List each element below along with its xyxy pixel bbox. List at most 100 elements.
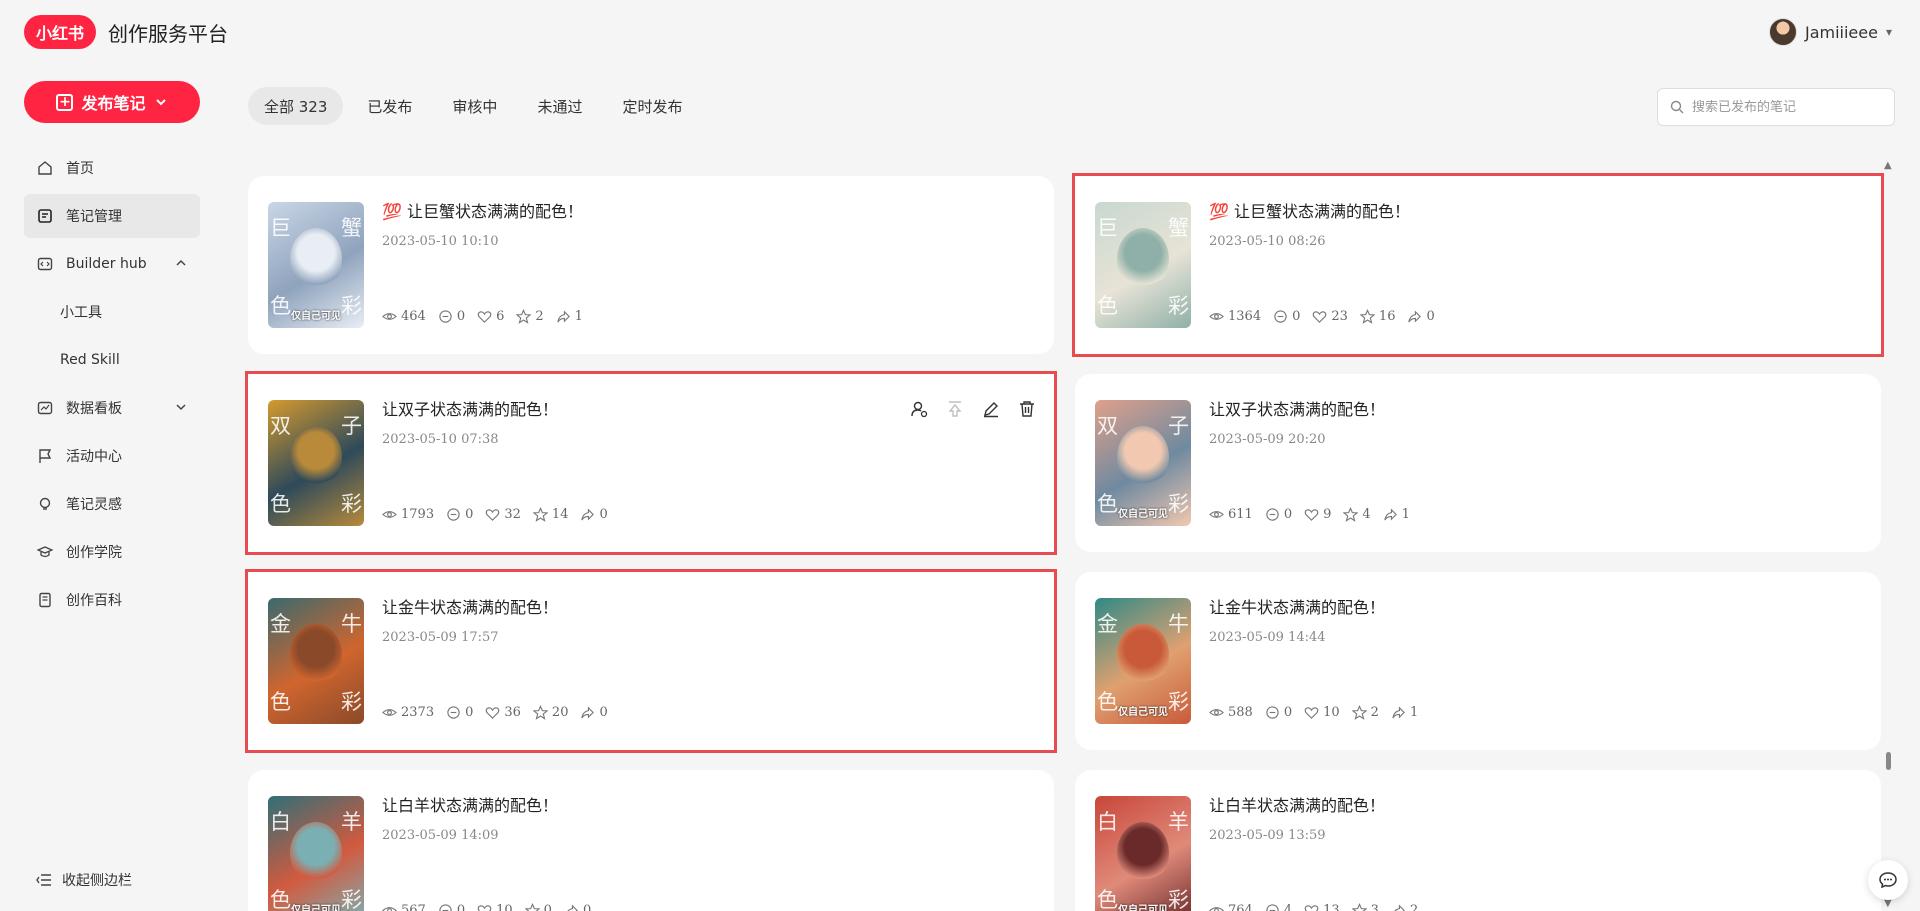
sidebar-item-red-skill[interactable]: Red Skill — [24, 338, 200, 382]
delete-icon[interactable] — [1018, 400, 1036, 418]
note-card[interactable]: 双 子 色 彩 让双子状态满满的配色！ 2023-05-10 07:38 179… — [245, 371, 1057, 555]
share-icon — [580, 705, 595, 720]
sidebar-item-note-management[interactable]: 笔记管理 — [24, 194, 200, 238]
note-card[interactable]: 白 羊 色 彩 仅自己可见 让白羊状态满满的配色！ 2023-05-09 14:… — [248, 770, 1054, 911]
note-title[interactable]: 让金牛状态满满的配色！ — [382, 594, 558, 618]
permission-icon[interactable] — [910, 400, 928, 418]
publish-note-button[interactable]: + 发布笔记 — [24, 81, 200, 123]
private-label: 仅自己可见 — [291, 905, 341, 911]
user-menu[interactable]: Jamiiieee ▾ — [1768, 18, 1892, 46]
note-cover-image[interactable]: 巨 蟹 色 彩 仅自己可见 — [268, 202, 364, 328]
search-input[interactable] — [1692, 99, 1882, 115]
chevron-down-icon — [155, 99, 166, 106]
note-title[interactable]: 让双子状态满满的配色！ — [382, 396, 558, 420]
tab-published[interactable]: 已发布 — [351, 87, 428, 125]
collects-count: 20 — [551, 705, 569, 720]
collects-stat: 2 — [516, 309, 544, 324]
tab-rejected[interactable]: 未通过 — [521, 87, 598, 125]
note-card[interactable]: 巨 蟹 色 彩 仅自己可见 💯 让巨蟹状态满满的配色！ 2023-05-10 1… — [248, 176, 1054, 354]
edit-icon[interactable] — [982, 400, 1000, 418]
note-title[interactable]: 让白羊状态满满的配色！ — [1209, 792, 1385, 816]
note-title[interactable]: 💯 让巨蟹状态满满的配色！ — [382, 198, 583, 222]
pin-top-icon[interactable] — [946, 400, 964, 418]
note-date: 2023-05-09 17:57 — [382, 630, 499, 645]
comments-stat: 0 — [438, 309, 465, 324]
note-title[interactable]: 让双子状态满满的配色！ — [1209, 396, 1385, 420]
sidebar-item-tools[interactable]: 小工具 — [24, 290, 200, 334]
sidebar-item-builder-hub[interactable]: Builder hub — [24, 242, 200, 286]
shares-stat: 0 — [564, 903, 591, 911]
shares-count: 1 — [1409, 705, 1419, 720]
tab-scheduled[interactable]: 定时发布 — [606, 87, 698, 125]
sidebar-item-home[interactable]: 首页 — [24, 146, 200, 190]
note-title[interactable]: 让金牛状态满满的配色！ — [1209, 594, 1385, 618]
username: Jamiiieee — [1804, 22, 1878, 42]
customer-service-button[interactable] — [1868, 860, 1908, 900]
likes-stat: 23 — [1312, 309, 1348, 324]
note-cover-image[interactable]: 巨 蟹 色 彩 — [1095, 202, 1191, 328]
share-icon — [1407, 309, 1422, 324]
comment-icon — [438, 903, 453, 911]
sidebar-item-activity-center[interactable]: 活动中心 — [24, 434, 200, 478]
sidebar-item-label: 创作学院 — [66, 545, 122, 561]
shares-count: 0 — [1426, 309, 1435, 324]
note-cover-image[interactable]: 金 牛 色 彩 仅自己可见 — [1095, 598, 1191, 724]
collects-stat: 3 — [1351, 903, 1379, 911]
comments-count: 0 — [456, 903, 466, 911]
views-stat: 464 — [382, 309, 426, 324]
eye-icon — [1209, 705, 1224, 720]
tab-reviewing[interactable]: 审核中 — [436, 87, 513, 125]
collects-count: 14 — [551, 507, 569, 522]
sidebar-item-encyclopedia[interactable]: 创作百科 — [24, 578, 200, 622]
views-count: 764 — [1228, 903, 1253, 911]
cover-char: 白 — [1097, 810, 1118, 834]
eye-icon — [382, 705, 397, 720]
comments-stat: 0 — [446, 705, 473, 720]
eye-icon — [382, 507, 397, 522]
tab-all[interactable]: 全部 323 — [248, 87, 344, 125]
collects-count: 16 — [1378, 309, 1396, 324]
sidebar-item-inspiration[interactable]: 笔记灵感 — [24, 482, 200, 526]
likes-count: 32 — [504, 507, 521, 522]
shares-stat: 0 — [1407, 309, 1435, 324]
heart-icon — [1304, 903, 1319, 911]
note-card[interactable]: 双 子 色 彩 仅自己可见 让双子状态满满的配色！ 2023-05-09 20:… — [1075, 374, 1881, 552]
collects-count: 3 — [1370, 903, 1379, 911]
chevron-down-icon: ▾ — [1885, 25, 1892, 39]
sidebar-item-academy[interactable]: 创作学院 — [24, 530, 200, 574]
note-card[interactable]: 金 牛 色 彩 仅自己可见 让金牛状态满满的配色！ 2023-05-09 14:… — [1075, 572, 1881, 750]
note-cover-image[interactable]: 白 羊 色 彩 仅自己可见 — [268, 796, 364, 911]
note-card[interactable]: 巨 蟹 色 彩 💯 让巨蟹状态满满的配色！ 2023-05-10 08:26 1… — [1072, 173, 1884, 357]
collects-count: 2 — [535, 309, 544, 324]
note-cover-image[interactable]: 金 牛 色 彩 — [268, 598, 364, 724]
note-title[interactable]: 💯 让巨蟹状态满满的配色！ — [1209, 198, 1410, 222]
note-title[interactable]: 让白羊状态满满的配色！ — [382, 792, 558, 816]
note-stats: 1793 0 32 14 0 — [382, 507, 608, 522]
note-card[interactable]: 金 牛 色 彩 让金牛状态满满的配色！ 2023-05-09 17:57 237… — [245, 569, 1057, 753]
shares-stat: 1 — [1391, 705, 1418, 720]
likes-stat: 6 — [477, 309, 504, 324]
likes-stat: 36 — [485, 705, 521, 720]
note-cover-image[interactable]: 双 子 色 彩 — [268, 400, 364, 526]
eye-icon — [1209, 309, 1224, 324]
share-icon — [1391, 903, 1406, 911]
xiaohongshu-logo[interactable]: 小红书 — [24, 15, 96, 49]
scroll-up-arrow[interactable]: ▲ — [1884, 160, 1892, 171]
scrollbar-thumb[interactable] — [1886, 752, 1891, 770]
sidebar-item-dashboard[interactable]: 数据看板 — [24, 386, 200, 430]
collapse-sidebar-button[interactable]: 收起侧边栏 — [36, 870, 132, 890]
avatar[interactable] — [1768, 18, 1797, 46]
sidebar-item-label: Builder hub — [66, 256, 147, 272]
note-card[interactable]: 白 羊 色 彩 仅自己可见 让白羊状态满满的配色！ 2023-05-09 13:… — [1075, 770, 1881, 911]
shares-stat: 1 — [556, 309, 583, 324]
star-icon — [1351, 705, 1367, 720]
likes-stat: 10 — [477, 903, 513, 911]
note-stats: 567 0 10 0 0 — [382, 903, 591, 911]
private-label: 仅自己可见 — [1118, 707, 1168, 718]
note-cover-image[interactable]: 白 羊 色 彩 仅自己可见 — [1095, 796, 1191, 911]
search-box[interactable] — [1657, 88, 1895, 126]
cover-figure — [1117, 426, 1169, 488]
platform-title: 创作服务平台 — [108, 22, 228, 46]
note-cover-image[interactable]: 双 子 色 彩 仅自己可见 — [1095, 400, 1191, 526]
cover-char: 羊 — [1168, 810, 1189, 834]
